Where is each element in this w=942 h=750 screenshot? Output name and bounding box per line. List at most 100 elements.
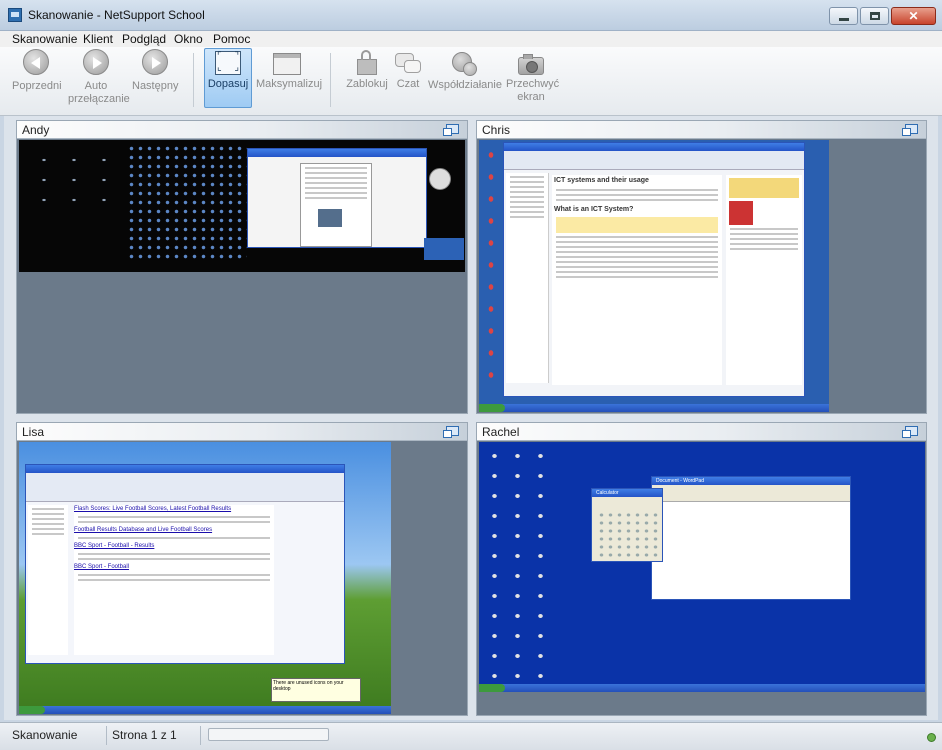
document-window	[247, 148, 427, 248]
browser-window: Flash Scores: Live Football Scores, Late…	[25, 464, 345, 664]
status-bar: Skanowanie Strona 1 z 1	[0, 722, 942, 750]
chat-button[interactable]: Czat	[394, 49, 422, 91]
maximize-window-icon	[273, 53, 301, 75]
page-heading: ICT systems and their usage	[554, 177, 649, 184]
maximize-icon	[869, 12, 880, 20]
client-screen-rachel[interactable]: Document - WordPad Calculator	[479, 442, 925, 692]
desktop-icons	[29, 150, 109, 210]
start-button	[479, 684, 505, 692]
browser-window: ICT systems and their usage What is an I…	[503, 142, 805, 397]
camera-icon	[518, 54, 544, 75]
menu-skanowanie[interactable]: Skanowanie	[8, 31, 81, 47]
wordpad-window: Document - WordPad	[651, 476, 851, 600]
taskbar	[479, 404, 829, 412]
next-label: Następny	[132, 80, 179, 92]
minimize-button[interactable]	[829, 7, 858, 25]
capture-label-1: Przechwyć	[506, 78, 560, 90]
capture-label-2: ekran	[517, 91, 545, 103]
client-panel-rachel[interactable]: Rachel Document - WordPad Calculator	[476, 422, 927, 716]
previous-button[interactable]: Poprzedni	[12, 49, 62, 93]
desktop-icons	[483, 446, 553, 678]
minimize-icon	[838, 17, 849, 21]
title-bar: Skanowanie - NetSupport School ✕	[0, 0, 942, 31]
maximize-button[interactable]	[860, 7, 889, 25]
desktop-icons	[482, 144, 500, 384]
client-panel-andy[interactable]: Andy	[16, 120, 468, 414]
menu-podglad[interactable]: Podgląd	[118, 31, 170, 47]
calculator-title: Calculator	[596, 490, 619, 496]
view-client-icon[interactable]	[902, 426, 918, 438]
taskbar	[19, 706, 391, 714]
client-header: Rachel	[477, 423, 926, 441]
status-divider	[106, 726, 107, 745]
menu-bar: Skanowanie Klient Podgląd Okno Pomoc	[0, 31, 942, 48]
calculator-window: Calculator	[591, 488, 663, 562]
client-header: Lisa	[17, 423, 467, 441]
arrow-left-icon	[23, 49, 49, 75]
wordpad-title: Document - WordPad	[656, 478, 704, 484]
previous-label: Poprzedni	[12, 80, 62, 92]
close-button[interactable]: ✕	[891, 7, 936, 25]
client-name: Rachel	[482, 425, 520, 439]
client-name: Andy	[22, 123, 50, 137]
client-screen-lisa[interactable]: Flash Scores: Live Football Scores, Late…	[19, 442, 391, 714]
client-header: Andy	[17, 121, 467, 139]
menu-pomoc[interactable]: Pomoc	[209, 31, 254, 47]
view-client-icon[interactable]	[443, 426, 459, 438]
fit-label: Dopasuj	[207, 78, 249, 90]
client-name: Lisa	[22, 425, 45, 439]
chat-icon	[395, 51, 421, 75]
netsupport-app-icon	[8, 8, 22, 22]
auto-switch-label-2: przełączanie	[68, 93, 130, 105]
client-panel-chris[interactable]: Chris ICT systems and their usage What i…	[476, 120, 927, 414]
search-result-4: BBC Sport - Football	[74, 564, 130, 570]
status-page: Strona 1 z 1	[112, 728, 177, 742]
start-button	[19, 706, 45, 714]
menu-okno[interactable]: Okno	[170, 31, 207, 47]
status-divider	[200, 726, 201, 745]
notification-balloon: There are unused icons on your desktop	[271, 678, 361, 702]
search-result-3: BBC Sport - Football - Results	[74, 543, 155, 549]
arrow-right-icon	[142, 49, 168, 75]
collaborate-icon	[450, 50, 477, 76]
connection-status-icon	[927, 733, 936, 742]
scan-area: Andy Chris ICT systems and their usage W…	[4, 116, 938, 720]
menu-klient[interactable]: Klient	[79, 31, 117, 47]
toolbar-separator	[193, 53, 194, 107]
lock-button[interactable]: Zablokuj	[344, 49, 390, 91]
close-icon: ✕	[908, 9, 919, 23]
maximize-view-button[interactable]: Maksymalizuj	[256, 49, 323, 91]
search-result-1: Flash Scores: Live Football Scores, Late…	[74, 506, 232, 512]
client-screen-andy[interactable]	[19, 140, 465, 272]
fit-button[interactable]: ⌜ ⌝ ⌞ ⌟ Dopasuj	[204, 48, 252, 108]
view-client-icon[interactable]	[443, 124, 459, 136]
next-button[interactable]: Następny	[132, 49, 178, 93]
progress-bar	[208, 728, 329, 741]
capture-screen-button[interactable]: Przechwyć ekran	[506, 49, 560, 104]
toolbar: Poprzedni Auto przełączanie Następny ⌜ ⌝ …	[0, 47, 942, 116]
play-icon	[83, 49, 109, 75]
maximize-label: Maksymalizuj	[256, 78, 323, 90]
client-screen-chris[interactable]: ICT systems and their usage What is an I…	[479, 140, 829, 412]
sidebar-gadget	[424, 238, 464, 260]
taskbar	[479, 684, 925, 692]
auto-switch-button[interactable]: Auto przełączanie	[68, 49, 130, 106]
desktop-icons	[127, 144, 247, 262]
lock-icon	[357, 50, 377, 75]
fit-to-window-icon: ⌜ ⌝ ⌞ ⌟	[215, 51, 241, 75]
page-subheading: What is an ICT System?	[554, 206, 634, 213]
collaborate-label: Współdziałanie	[428, 79, 502, 91]
client-name: Chris	[482, 123, 511, 137]
auto-switch-label-1: Auto	[84, 80, 108, 92]
toolbar-separator	[330, 53, 331, 107]
collaborate-button[interactable]: Współdziałanie	[428, 49, 502, 92]
start-button	[479, 404, 505, 412]
chat-label: Czat	[396, 78, 420, 90]
view-client-icon[interactable]	[902, 124, 918, 136]
client-panel-lisa[interactable]: Lisa Flash Scores: Live Football Scores,…	[16, 422, 468, 716]
client-header: Chris	[477, 121, 926, 139]
lock-label: Zablokuj	[346, 78, 388, 90]
search-result-2: Football Results Database and Live Footb…	[74, 527, 213, 533]
status-mode: Skanowanie	[12, 728, 78, 742]
window-title: Skanowanie - NetSupport School	[28, 8, 205, 22]
